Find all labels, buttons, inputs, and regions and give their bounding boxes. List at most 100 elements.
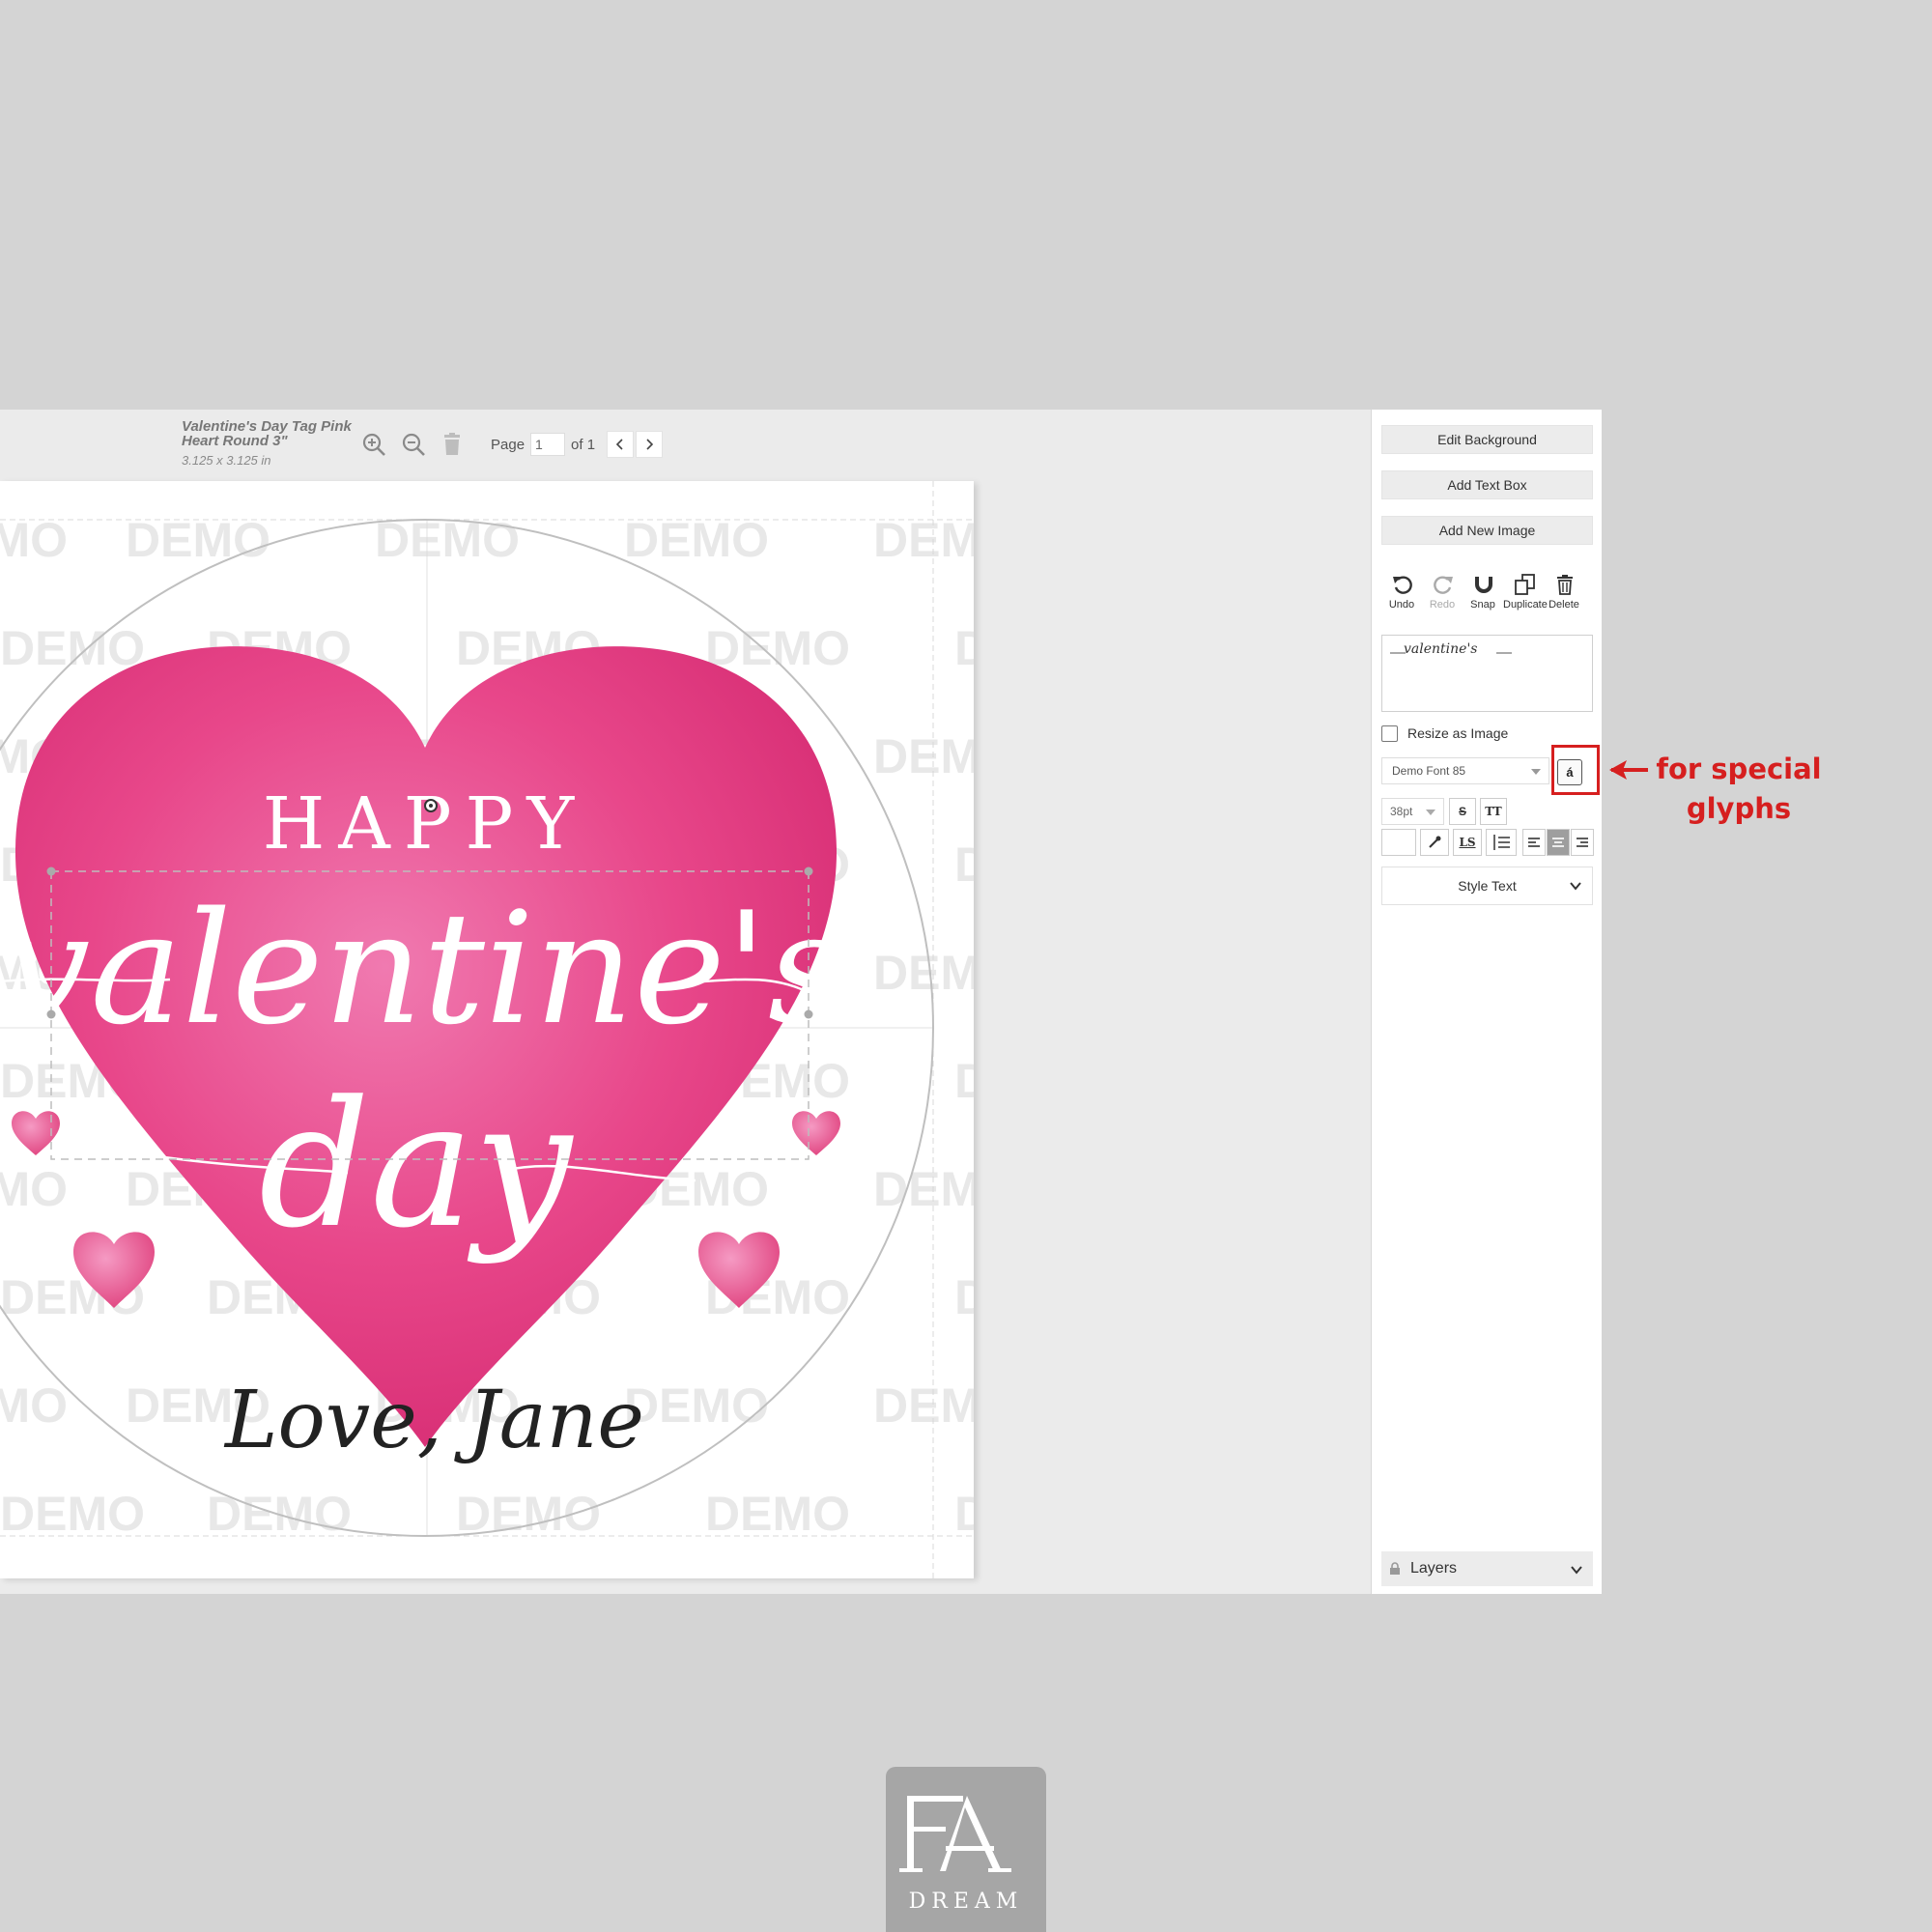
font-size-value: 38pt bbox=[1390, 805, 1413, 818]
resize-as-image-option[interactable]: Resize as Image bbox=[1381, 724, 1508, 743]
page-number-input[interactable] bbox=[530, 433, 566, 456]
text-edit-box[interactable]: valentine's bbox=[1381, 635, 1593, 712]
undo-label: Undo bbox=[1388, 599, 1415, 611]
line-height-button[interactable] bbox=[1486, 829, 1517, 856]
design-text-happy[interactable]: HAPPY bbox=[263, 782, 587, 866]
snap-button[interactable]: Snap bbox=[1463, 572, 1503, 614]
svg-text:DEMO: DEMO bbox=[0, 513, 68, 567]
redo-button[interactable]: Redo bbox=[1422, 572, 1463, 614]
chevron-right-icon[interactable] bbox=[636, 431, 664, 458]
resize-as-image-checkbox[interactable] bbox=[1381, 724, 1398, 742]
resize-handle[interactable] bbox=[804, 1009, 813, 1019]
strikethrough-button[interactable]: S bbox=[1449, 798, 1476, 825]
brand-logo: DREAM bbox=[886, 1767, 1046, 1932]
text-color-swatch[interactable] bbox=[1381, 829, 1416, 856]
trash-icon[interactable] bbox=[439, 431, 466, 458]
resize-handle[interactable] bbox=[804, 867, 813, 876]
properties-sidebar: Edit Background Add Text Box Add New Ima… bbox=[1371, 410, 1602, 1594]
svg-text:DEMO: DEMO bbox=[624, 1378, 769, 1433]
page-navigator: Page of 1 bbox=[491, 431, 664, 458]
zoom-out-icon[interactable] bbox=[400, 431, 427, 458]
edit-background-button[interactable]: Edit Background bbox=[1381, 425, 1593, 454]
callout-line-2: glyphs bbox=[1686, 792, 1792, 825]
delete-button[interactable]: Delete bbox=[1544, 572, 1584, 614]
svg-text:DEMO: DEMO bbox=[126, 513, 270, 567]
letter-spacing-label: LS bbox=[1459, 836, 1476, 849]
align-left-button[interactable] bbox=[1522, 829, 1546, 856]
document-size: 3.125 x 3.125 in bbox=[182, 453, 271, 468]
zoom-in-icon[interactable] bbox=[360, 431, 387, 458]
page-label: Page bbox=[491, 436, 526, 453]
magnet-icon bbox=[1475, 577, 1492, 593]
style-text-label: Style Text bbox=[1458, 878, 1517, 894]
logo-wordmark: DREAM bbox=[908, 1889, 1024, 1914]
editor-window: Valentine's Day Tag Pink Heart Round 3" … bbox=[0, 410, 1602, 1594]
undo-button[interactable]: Undo bbox=[1381, 572, 1422, 614]
strikethrough-label: S bbox=[1458, 805, 1466, 818]
line-height-icon bbox=[1493, 835, 1510, 850]
resize-handle[interactable] bbox=[46, 1009, 56, 1019]
design-text-signature[interactable]: Love, Jane bbox=[223, 1375, 644, 1466]
chevron-down-icon bbox=[1426, 810, 1435, 815]
svg-text:DEMO: DEMO bbox=[705, 621, 850, 675]
svg-text:DEMO: DEMO bbox=[873, 513, 974, 567]
duplicate-icon bbox=[1515, 574, 1535, 595]
font-size-select[interactable]: 38pt bbox=[1381, 798, 1444, 825]
chevron-left-icon[interactable] bbox=[607, 431, 635, 458]
design-page[interactable]: DEMO DEMO DEMO DEMO DEMO DEMO DEMO DEMO DEMO DEM… bbox=[0, 481, 974, 1578]
chevron-down-icon bbox=[1570, 882, 1581, 891]
resize-handle[interactable] bbox=[46, 867, 56, 876]
font-family-select[interactable]: Demo Font 85 bbox=[1381, 757, 1549, 784]
svg-text:DEMO: DEMO bbox=[0, 1378, 68, 1433]
add-new-image-button[interactable]: Add New Image bbox=[1381, 516, 1593, 545]
callout-annotation: for special glyphs bbox=[1642, 750, 1835, 829]
eyedropper-button[interactable] bbox=[1420, 829, 1449, 856]
align-center-button[interactable] bbox=[1547, 829, 1570, 856]
trash-icon bbox=[1557, 575, 1573, 595]
svg-text:DEMO: DEMO bbox=[954, 1054, 974, 1108]
chevron-down-icon bbox=[1571, 1566, 1582, 1575]
design-canvas[interactable]: DEMO DEMO DEMO DEMO DEMO DEMO DEMO DEMO DEMO DEM… bbox=[0, 481, 1371, 1594]
duplicate-label: Duplicate bbox=[1503, 599, 1548, 611]
font-family-value: Demo Font 85 bbox=[1392, 764, 1466, 778]
layers-panel-toggle[interactable]: Layers bbox=[1381, 1551, 1593, 1586]
fa-monogram-logo bbox=[899, 1796, 1011, 1872]
special-glyphs-button[interactable]: á bbox=[1557, 759, 1582, 785]
callout-line-1: for special bbox=[1656, 753, 1822, 785]
action-toolbar: Undo Redo Snap Duplicate Delete bbox=[1381, 572, 1594, 614]
page-count: of 1 bbox=[571, 436, 596, 453]
redo-icon bbox=[1434, 576, 1453, 594]
svg-text:DEMO: DEMO bbox=[954, 1487, 974, 1541]
style-text-dropdown[interactable]: Style Text bbox=[1381, 867, 1593, 905]
duplicate-button[interactable]: Duplicate bbox=[1503, 572, 1548, 614]
align-center-icon bbox=[1552, 838, 1564, 847]
snap-label: Snap bbox=[1470, 599, 1495, 611]
svg-text:DEMO: DEMO bbox=[705, 1487, 850, 1541]
text-preview: valentine's bbox=[1404, 641, 1478, 657]
svg-text:DEMO: DEMO bbox=[873, 1162, 974, 1216]
svg-text:DEMO: DEMO bbox=[873, 1378, 974, 1433]
svg-text:DEMO: DEMO bbox=[0, 621, 145, 675]
redo-label: Redo bbox=[1429, 599, 1456, 611]
svg-text:DEMO: DEMO bbox=[0, 1487, 145, 1541]
resize-as-image-label: Resize as Image bbox=[1407, 725, 1509, 741]
uppercase-label: TT bbox=[1485, 805, 1502, 818]
layers-label: Layers bbox=[1410, 1560, 1458, 1577]
align-right-button[interactable] bbox=[1571, 829, 1594, 856]
align-right-icon bbox=[1577, 838, 1588, 847]
svg-text:DEMO: DEMO bbox=[954, 838, 974, 892]
add-text-box-button[interactable]: Add Text Box bbox=[1381, 470, 1593, 499]
svg-text:DEMO: DEMO bbox=[0, 1162, 68, 1216]
svg-text:DEMO: DEMO bbox=[624, 513, 769, 567]
letter-spacing-button[interactable]: LS bbox=[1453, 829, 1482, 856]
small-heart bbox=[792, 1111, 840, 1155]
align-left-icon bbox=[1528, 838, 1540, 847]
svg-text:DEMO: DEMO bbox=[873, 946, 974, 1000]
design-text-day[interactable]: day bbox=[259, 1065, 575, 1266]
uppercase-button[interactable]: TT bbox=[1480, 798, 1507, 825]
svg-text:DEMO: DEMO bbox=[954, 621, 974, 675]
lock-icon bbox=[1390, 1562, 1400, 1575]
chevron-down-icon bbox=[1531, 769, 1541, 775]
design-text-valentines[interactable]: valentine's bbox=[3, 878, 847, 1059]
delete-label: Delete bbox=[1548, 599, 1579, 611]
